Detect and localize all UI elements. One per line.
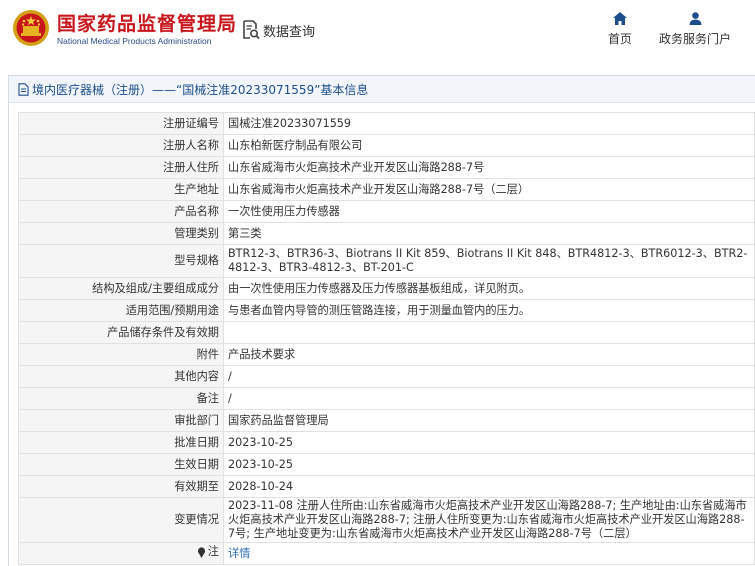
row-value: 由一次性使用压力传感器及压力传感器基板组成，详见附页。 [223,277,755,300]
row-label: 注册人住所 [18,156,224,179]
row-label: 审批部门 [18,409,224,432]
row-value: 详情 [223,542,755,565]
user-icon [689,12,701,25]
row-value [223,321,755,344]
row-value: 2023-10-25 [223,453,755,476]
table-row: 生效日期 2023-10-25 [18,453,755,476]
row-value: 国家药品监督管理局 [223,409,755,432]
table-row: 其他内容 / [18,365,755,388]
row-label: 备注 [18,387,224,410]
document-search-icon [243,20,260,40]
table-row: 注册人名称 山东柏新医疗制品有限公司 [18,134,755,157]
row-label: 管理类别 [18,222,224,245]
table-row: 批准日期 2023-10-25 [18,431,755,454]
nav-service-label: 政务服务门户 [658,32,731,46]
row-value: BTR12-3、BTR36-3、Biotrans II Kit 859、Biot… [223,244,755,278]
row-label: 结构及组成/主要组成成分 [18,277,224,300]
row-value: 2023-11-08 注册人住所由:山东省威海市火炬高技术产业开发区山海路288… [223,497,755,543]
row-value: 与患者血管内导管的测压管路连接，用于测量血管内的压力。 [223,299,755,322]
row-label-note: 注 [18,542,224,565]
row-label: 有效期至 [18,475,224,498]
row-value: 2023-10-25 [223,431,755,454]
row-label: 批准日期 [18,431,224,454]
data-query-label: 数据查询 [263,24,316,40]
table-row: 备注 / [18,387,755,410]
table-row: 有效期至 2028-10-24 [18,475,755,498]
row-value: 2028-10-24 [223,475,755,498]
table-row: 产品名称 一次性使用压力传感器 [18,200,755,223]
table-row: 审批部门 国家药品监督管理局 [18,409,755,432]
home-icon [613,12,627,25]
note-label: 注 [207,545,219,559]
row-value: 产品技术要求 [223,343,755,366]
row-value: 山东省威海市火炬高技术产业开发区山海路288-7号 [223,156,755,179]
data-query-link[interactable]: 数据查询 [242,19,315,41]
row-value: 山东柏新医疗制品有限公司 [223,134,755,157]
panel-title: 境内医疗器械（注册）——“国械注准20233071559”基本信息 [9,76,755,103]
table-row: 结构及组成/主要组成成分 由一次性使用压力传感器及压力传感器基板组成，详见附页。 [18,277,755,300]
table-row: 生产地址 山东省威海市火炬高技术产业开发区山海路288-7号（二层） [18,178,755,201]
panel-title-text: 境内医疗器械（注册）——“国械注准20233071559”基本信息 [32,82,369,97]
table-row: 注册证编号 国械注准20233071559 [18,112,755,135]
row-label: 注册证编号 [18,112,224,135]
row-value: 山东省威海市火炬高技术产业开发区山海路288-7号（二层） [223,178,755,201]
row-value: 一次性使用压力传感器 [223,200,755,223]
nav-service-portal[interactable]: 政务服务门户 [655,12,735,47]
pin-icon [197,547,205,558]
site-name-cn[interactable]: 国家药品监督管理局 [57,9,237,36]
table-row: 注册人住所 山东省威海市火炬高技术产业开发区山海路288-7号 [18,156,755,179]
site-header: 国家药品监督管理局 National Medical Products Admi… [0,0,755,62]
row-value: 第三类 [223,222,755,245]
row-label: 型号规格 [18,244,224,278]
table-row: 管理类别 第三类 [18,222,755,245]
detail-panel: 境内医疗器械（注册）——“国械注准20233071559”基本信息 注册证编号 … [8,75,755,566]
row-label: 产品名称 [18,200,224,223]
row-label: 变更情况 [18,497,224,543]
row-label: 产品储存条件及有效期 [18,321,224,344]
national-emblem-icon[interactable] [12,9,50,47]
row-label: 生产地址 [18,178,224,201]
table-row: 变更情况 2023-11-08 注册人住所由:山东省威海市火炬高技术产业开发区山… [18,497,755,543]
row-value: / [223,365,755,388]
nav-home[interactable]: 首页 [600,12,640,47]
row-value: 国械注准20233071559 [223,112,755,135]
site-name-en[interactable]: National Medical Products Administration [57,36,212,46]
details-link[interactable]: 详情 [228,547,250,560]
row-label: 适用范围/预期用途 [18,299,224,322]
table-row: 产品储存条件及有效期 [18,321,755,344]
document-icon [18,82,29,96]
row-value: / [223,387,755,410]
table-row: 适用范围/预期用途 与患者血管内导管的测压管路连接，用于测量血管内的压力。 [18,299,755,322]
row-label: 生效日期 [18,453,224,476]
table-row: 注 详情 [18,542,755,565]
table-row: 型号规格 BTR12-3、BTR36-3、Biotrans II Kit 859… [18,244,755,278]
nav-home-label: 首页 [607,32,632,46]
registration-info-table: 注册证编号 国械注准20233071559 注册人名称 山东柏新医疗制品有限公司… [18,112,755,565]
table-row: 附件 产品技术要求 [18,343,755,366]
row-label: 其他内容 [18,365,224,388]
row-label: 附件 [18,343,224,366]
row-label: 注册人名称 [18,134,224,157]
